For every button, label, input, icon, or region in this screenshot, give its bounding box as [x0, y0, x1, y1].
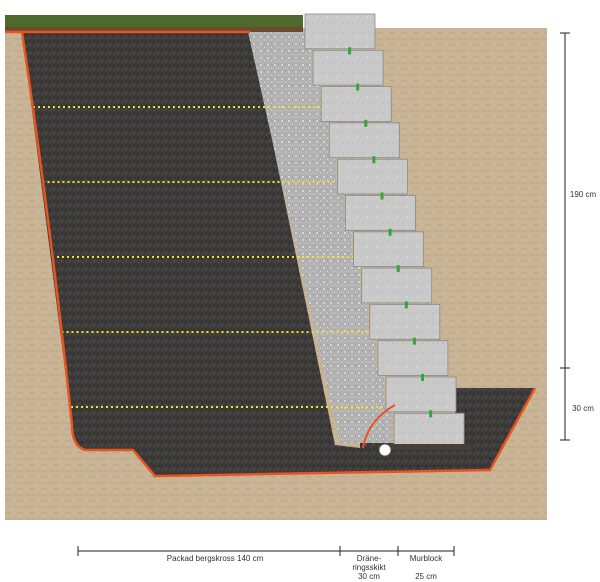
- block-connector: [404, 301, 408, 309]
- wall-block: [328, 122, 400, 159]
- height-base-label: 30 cm: [566, 404, 600, 414]
- height-dimension: [560, 32, 570, 441]
- wall-block: [385, 376, 457, 413]
- wall-block: [320, 86, 392, 122]
- wall-block: [369, 303, 441, 340]
- height-total-label: 190 cm: [566, 190, 600, 200]
- wall-block: [353, 231, 425, 268]
- block-connector: [380, 192, 384, 200]
- wall-block: [377, 340, 449, 376]
- drainage-width-label: 30 cm: [358, 572, 380, 581]
- block-connector: [356, 83, 360, 91]
- cross-section-drawing: [5, 13, 570, 556]
- wall-block: [361, 267, 433, 304]
- grass-strip: [5, 15, 303, 29]
- block-connector: [429, 410, 433, 418]
- wall-block: [336, 158, 408, 195]
- block-connector: [348, 47, 352, 55]
- block-connector: [412, 337, 416, 345]
- block-connector: [388, 228, 392, 236]
- drain-outlet-pipe: [385, 444, 471, 450]
- backfill-width-label: Packad bergskross 140 cm: [166, 554, 264, 563]
- wall-block: [345, 195, 416, 231]
- retaining-wall-diagram: 190 cm 30 cm Packad bergskross 140 cm Dr…: [0, 0, 600, 582]
- drain-pipe: [378, 443, 392, 457]
- wall-block: [304, 13, 376, 50]
- block-width-label: 25 cm: [415, 572, 437, 581]
- block-label: Murblock: [409, 554, 443, 563]
- block-connector: [421, 374, 424, 381]
- block-connector: [396, 265, 400, 273]
- wall-block: [393, 412, 465, 449]
- wall-block: [312, 49, 384, 86]
- block-connector: [372, 156, 376, 164]
- block-connector: [364, 119, 368, 127]
